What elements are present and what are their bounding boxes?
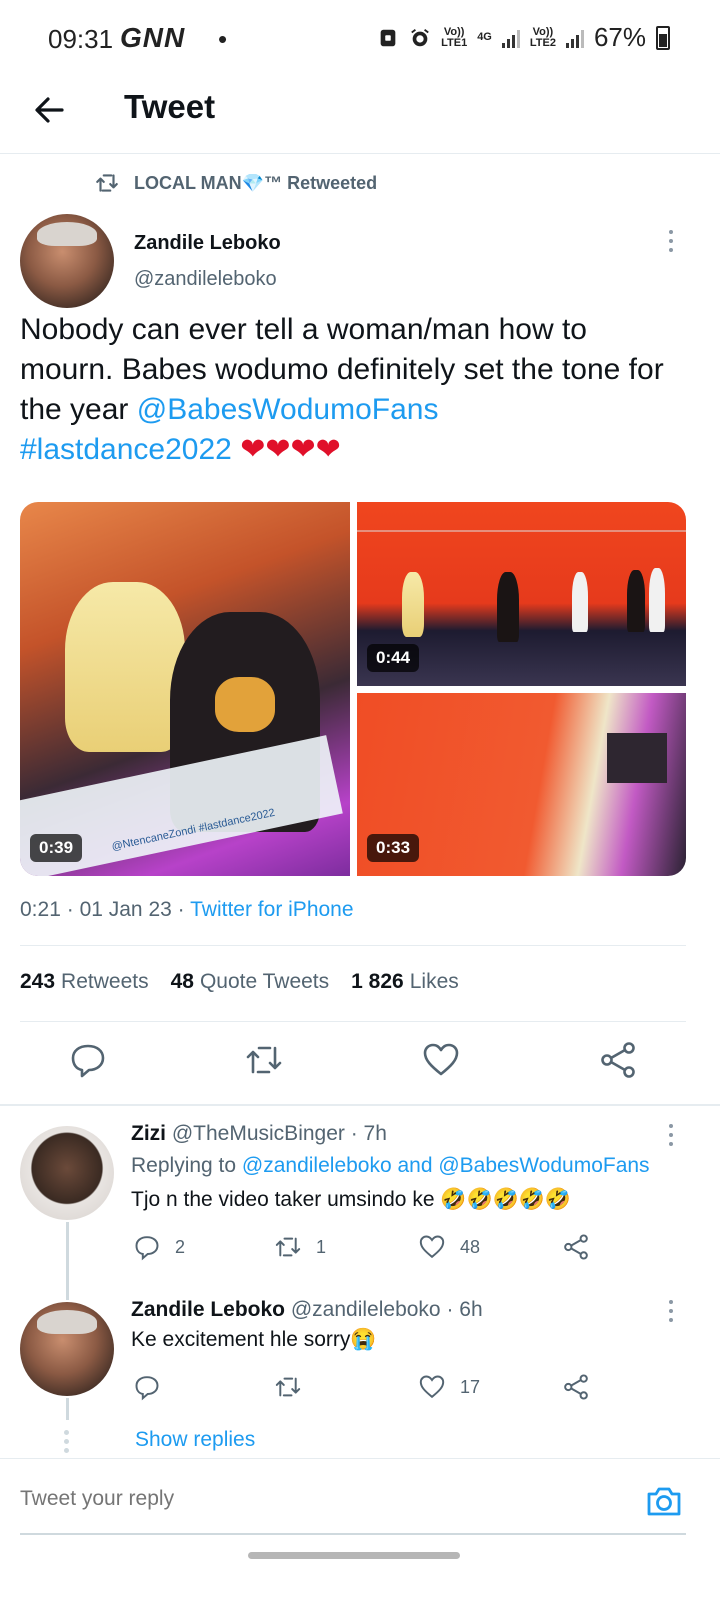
- video-thumbnail[interactable]: @NtencaneZondi #lastdance2022 0:39: [20, 502, 350, 876]
- tweet-time: 0:21: [20, 898, 61, 921]
- author-handle[interactable]: @zandileleboko: [134, 268, 277, 291]
- thread-line: [66, 1222, 69, 1300]
- retweets-stat[interactable]: 243 Retweets: [20, 970, 149, 994]
- like-count: 17: [460, 1376, 481, 1397]
- reply-age: · 6h: [446, 1298, 483, 1321]
- reply-age: · 7h: [350, 1122, 387, 1145]
- reply-count: 2: [175, 1236, 186, 1257]
- reply-icon[interactable]: [68, 1040, 108, 1080]
- reply-icon: [135, 1236, 159, 1261]
- retweet-icon: [275, 1237, 301, 1257]
- likes-stat[interactable]: 1 826 Likes: [351, 970, 459, 994]
- signal-icon: [501, 28, 520, 48]
- signal-icon: [565, 28, 584, 48]
- share-icon[interactable]: [598, 1040, 638, 1080]
- tweet-stats: 243 Retweets 48 Quote Tweets 1 826 Likes: [20, 970, 459, 994]
- reply-reply-action[interactable]: [133, 1373, 161, 1401]
- reply-author-handle[interactable]: @zandileleboko: [291, 1298, 441, 1321]
- status-bar: 09:31 GNN • Vo)) LTE1 4G Vo)) LTE2 67%: [0, 0, 720, 80]
- battery-percentage: 67%: [593, 22, 646, 52]
- like-icon: [419, 1235, 445, 1259]
- reply-retweet-action[interactable]: [274, 1373, 302, 1401]
- more-vertical-icon[interactable]: [666, 230, 676, 252]
- share-icon: [564, 1374, 588, 1400]
- hearts-emoji: ❤❤❤❤: [240, 433, 341, 466]
- reply-like-action[interactable]: 17: [418, 1373, 480, 1401]
- reply-reply-action[interactable]: 2: [133, 1233, 185, 1261]
- tweet-text: Nobody can ever tell a woman/man how to …: [20, 310, 680, 470]
- lock-icon: [380, 29, 396, 46]
- network-4g-label: 4G: [477, 31, 492, 43]
- reply-input[interactable]: [20, 1487, 580, 1511]
- like-icon[interactable]: [421, 1040, 461, 1080]
- replying-to: Replying to @zandileleboko and @BabesWod…: [131, 1154, 650, 1177]
- camera-icon[interactable]: [644, 1481, 684, 1521]
- tweet-source-link[interactable]: Twitter for iPhone: [190, 898, 353, 921]
- divider: [20, 945, 686, 946]
- like-count: 48: [460, 1236, 481, 1257]
- reply-retweet-action[interactable]: 1: [274, 1233, 326, 1261]
- share-icon: [564, 1234, 588, 1260]
- network-1-label: Vo)) LTE1: [441, 25, 468, 49]
- avatar[interactable]: [20, 1126, 114, 1220]
- retweeted-by-label: LOCAL MAN💎™ Retweeted: [134, 172, 378, 193]
- retweet-icon: [275, 1377, 301, 1397]
- avatar[interactable]: [20, 1302, 114, 1396]
- reply-text: Tjo n the video taker umsindo ke 🤣🤣🤣🤣🤣: [131, 1188, 572, 1211]
- reply-share-action[interactable]: [562, 1233, 590, 1261]
- retweet-count: 1: [316, 1236, 327, 1257]
- reply-text: Ke excitement hle sorry😭: [131, 1328, 377, 1351]
- carrier-logo: GNN: [120, 22, 186, 53]
- avatar[interactable]: [20, 214, 114, 308]
- retweet-icon: [96, 174, 118, 192]
- gesture-nav-bar[interactable]: [248, 1552, 460, 1559]
- battery-icon: [656, 25, 670, 50]
- reply-composer: [0, 1458, 720, 1538]
- status-icons: Vo)) LTE1 4G Vo)) LTE2 67%: [377, 22, 670, 53]
- more-vertical-icon[interactable]: [666, 1124, 676, 1146]
- media-grid: @NtencaneZondi #lastdance2022 0:39 0:44 …: [20, 502, 686, 876]
- alarm-icon: [411, 28, 429, 46]
- tweet-date: 01 Jan 23: [79, 898, 172, 921]
- reply-header: Zizi @TheMusicBinger · 7h: [131, 1122, 387, 1146]
- page-title: Tweet: [124, 88, 216, 125]
- reply-share-action[interactable]: [562, 1373, 590, 1401]
- hashtag-link[interactable]: #lastdance2022: [20, 433, 232, 466]
- reply-header: Zandile Leboko @zandileleboko · 6h: [131, 1298, 483, 1322]
- replying-to-mentions[interactable]: @zandileleboko and @BabesWodumoFans: [242, 1154, 650, 1177]
- tweet-actions: [0, 1040, 720, 1090]
- more-vertical-icon[interactable]: [666, 1300, 676, 1322]
- video-thumbnail[interactable]: 0:33: [357, 693, 686, 876]
- reply-like-action[interactable]: 48: [418, 1233, 480, 1261]
- thread-line: [66, 1398, 69, 1420]
- quote-tweets-stat[interactable]: 48 Quote Tweets: [171, 970, 330, 994]
- video-duration: 0:39: [30, 834, 83, 862]
- reply-author-handle[interactable]: @TheMusicBinger: [172, 1122, 345, 1145]
- reply-author-name[interactable]: Zizi: [131, 1122, 166, 1145]
- network-2-label: Vo)) LTE2: [529, 25, 556, 49]
- video-duration: 0:33: [367, 834, 420, 862]
- divider: [0, 1104, 720, 1106]
- reply-author-name[interactable]: Zandile Leboko: [131, 1298, 285, 1321]
- top-app-bar: Tweet: [0, 80, 720, 154]
- video-thumbnail[interactable]: 0:44: [357, 502, 686, 686]
- video-duration: 0:44: [367, 644, 420, 672]
- status-time: 09:31: [48, 24, 114, 54]
- thread-continuation-dots: [64, 1430, 69, 1453]
- like-icon: [419, 1375, 445, 1399]
- mention-link[interactable]: @BabesWodumoFans: [137, 393, 439, 426]
- notification-dot: •: [218, 24, 228, 54]
- input-underline: [20, 1533, 686, 1535]
- back-arrow-icon[interactable]: [30, 90, 70, 130]
- reply-icon: [135, 1376, 159, 1401]
- retweet-icon[interactable]: [244, 1040, 284, 1080]
- show-replies-link[interactable]: Show replies: [135, 1428, 255, 1452]
- divider: [20, 1021, 686, 1022]
- author-name[interactable]: Zandile Leboko: [134, 232, 281, 255]
- retweeted-by[interactable]: LOCAL MAN💎™ Retweeted: [94, 170, 377, 196]
- tweet-meta: 0:21 · 01 Jan 23 · Twitter for iPhone: [20, 898, 354, 921]
